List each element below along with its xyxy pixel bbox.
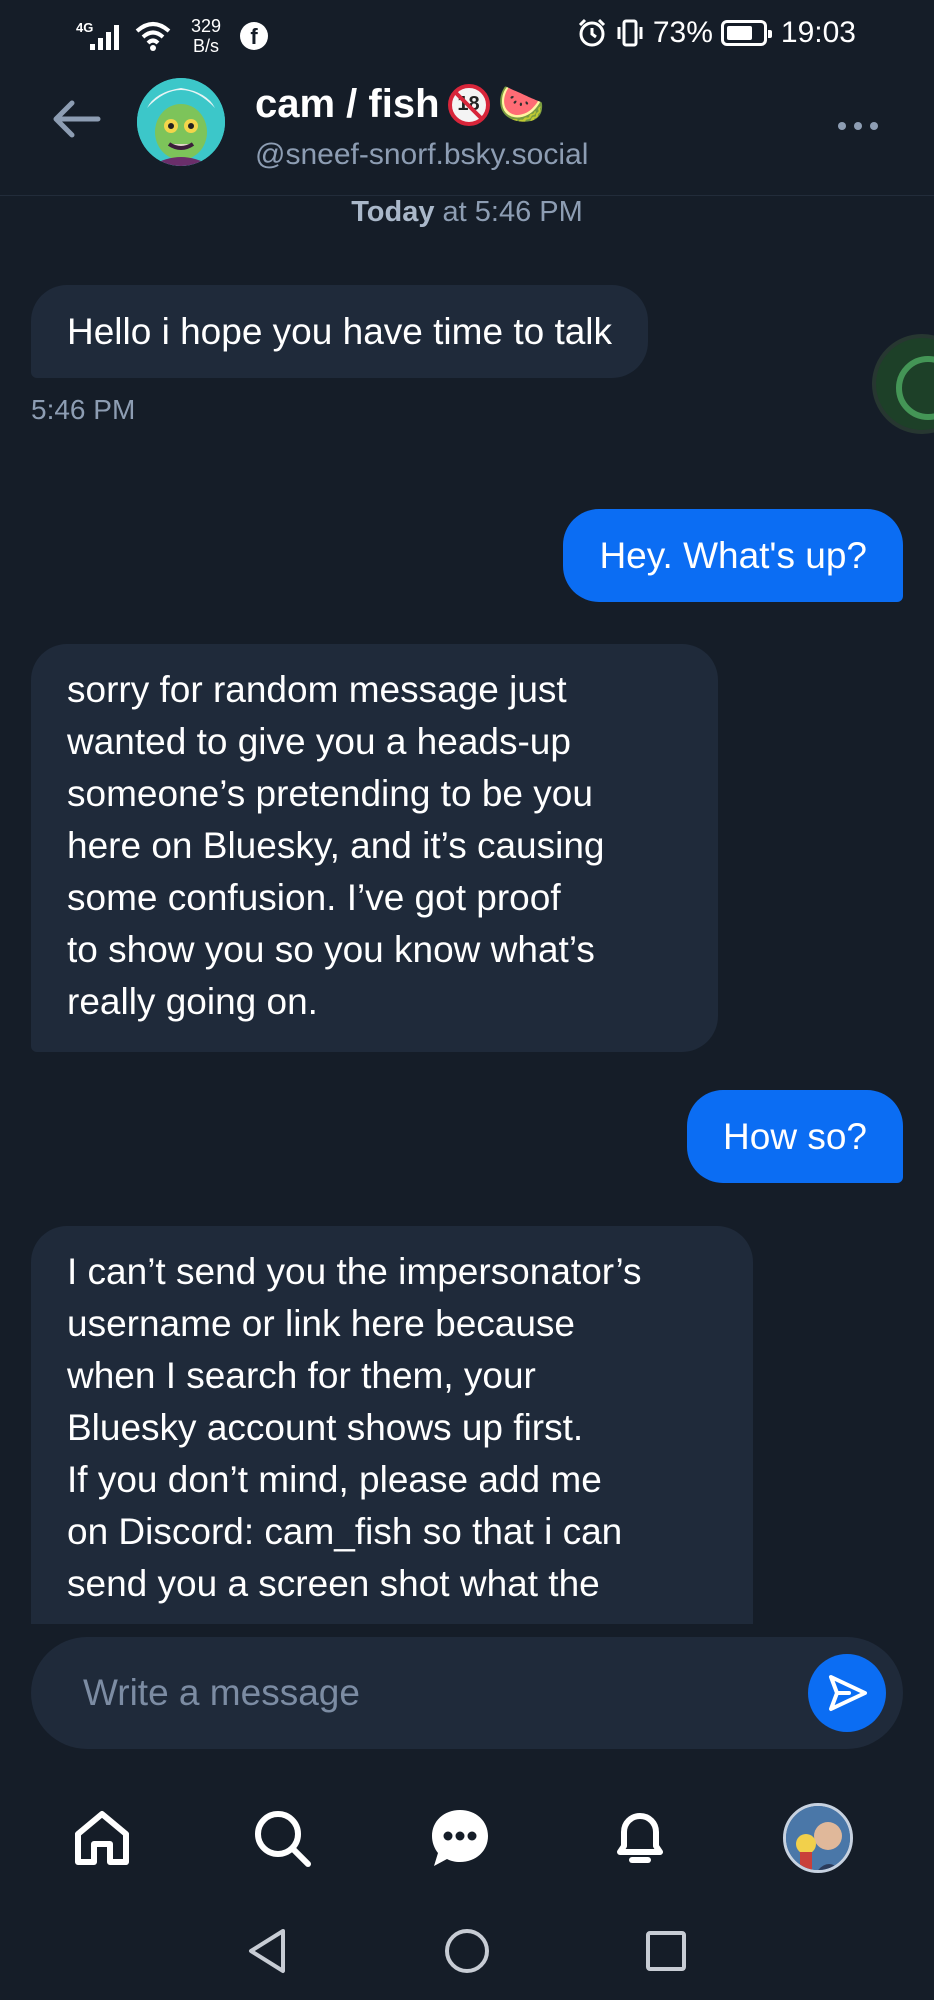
nav-chat[interactable] bbox=[424, 1802, 496, 1874]
more-options-button[interactable] bbox=[838, 122, 878, 130]
message-line: on Discord: cam_fish so that i can bbox=[67, 1511, 623, 1552]
speed-value: 329 bbox=[190, 16, 222, 36]
date-day: Today bbox=[351, 196, 435, 228]
vibrate-icon bbox=[617, 19, 643, 47]
cell-signal-icon: 4G bbox=[74, 18, 124, 54]
outgoing-message[interactable]: How so? bbox=[687, 1090, 903, 1183]
message-input[interactable] bbox=[81, 1637, 781, 1749]
nav-notifications[interactable] bbox=[604, 1802, 676, 1874]
incoming-message[interactable]: Hello i hope you have time to talk bbox=[31, 285, 649, 378]
message-text: Hello i hope you have time to talk bbox=[67, 311, 613, 352]
speed-unit: B/s bbox=[192, 36, 219, 56]
adult-content-badge: 18 bbox=[447, 83, 490, 126]
status-left: 4G 329 B/s f bbox=[74, 16, 268, 56]
message-line: when I search for them, your bbox=[67, 1355, 536, 1396]
network-speed: 329 B/s bbox=[182, 16, 230, 56]
message-line: username or link here because bbox=[67, 1303, 576, 1344]
system-navigation-bar bbox=[0, 1905, 934, 2000]
battery-percent: 73% bbox=[652, 16, 713, 49]
contact-name: cam / fish bbox=[255, 82, 440, 126]
contact-avatar[interactable] bbox=[137, 78, 225, 166]
message-line: some confusion. I’ve got proof bbox=[67, 877, 561, 918]
nav-profile[interactable] bbox=[782, 1802, 854, 1874]
message-time: 5:46 PM bbox=[31, 394, 136, 425]
whatsapp-icon[interactable] bbox=[872, 334, 934, 434]
triangle-back-icon bbox=[249, 1929, 285, 1973]
message-line: Bluesky account shows up first. bbox=[67, 1407, 584, 1448]
battery-fill bbox=[726, 26, 752, 40]
search-icon bbox=[255, 1811, 311, 1867]
bottom-navigation bbox=[0, 1790, 934, 1890]
message-text: How so? bbox=[723, 1116, 867, 1157]
message-line: sorry for random message just bbox=[67, 669, 567, 710]
conversation-header: cam / fish 18 🍉 @sneef-snorf.bsky.social bbox=[0, 70, 934, 196]
facebook-icon: f bbox=[240, 22, 268, 50]
arrow-left-icon bbox=[53, 100, 101, 138]
status-right: 73% 19:03 bbox=[577, 16, 856, 50]
battery-icon bbox=[720, 20, 772, 46]
clock: 19:03 bbox=[780, 16, 856, 49]
incoming-message[interactable]: I can’t send you the impersonator’s user… bbox=[31, 1226, 753, 1624]
contact-name-row: cam / fish 18 🍉 bbox=[255, 82, 545, 127]
message-text: Hey. What's up? bbox=[599, 535, 867, 576]
send-icon bbox=[829, 1675, 867, 1711]
outgoing-message[interactable]: Hey. What's up? bbox=[563, 509, 903, 602]
home-icon bbox=[75, 1811, 129, 1865]
message-line: wanted to give you a heads-up bbox=[67, 721, 571, 762]
profile-avatar bbox=[783, 1803, 853, 1873]
incoming-message[interactable]: sorry for random message just wanted to … bbox=[31, 644, 718, 1052]
status-bar: 4G 329 B/s f 73% 19:03 bbox=[0, 0, 934, 70]
system-back-button[interactable] bbox=[238, 1921, 298, 1981]
bell-icon bbox=[617, 1813, 663, 1863]
wifi-icon bbox=[135, 22, 171, 51]
message-line: here on Bluesky, and it’s causing bbox=[67, 825, 605, 866]
system-recents-button[interactable] bbox=[636, 1921, 696, 1981]
more-horizontal-icon bbox=[838, 122, 846, 130]
nav-home[interactable] bbox=[66, 1802, 138, 1874]
nav-search[interactable] bbox=[246, 1802, 318, 1874]
date-time: at 5:46 PM bbox=[434, 196, 583, 228]
square-recents-icon bbox=[646, 1931, 686, 1971]
date-separator: Today at 5:46 PM bbox=[0, 196, 934, 229]
message-line: I can’t send you the impersonator’s bbox=[67, 1251, 642, 1292]
message-list[interactable]: Today at 5:46 PM Hello i hope you have t… bbox=[0, 196, 934, 1624]
message-composer bbox=[31, 1637, 903, 1749]
watermelon-emoji: 🍉 bbox=[497, 83, 545, 126]
message-line: send you a screen shot what the bbox=[67, 1563, 600, 1604]
back-button[interactable] bbox=[46, 94, 106, 144]
contact-handle: @sneef-snorf.bsky.social bbox=[255, 138, 589, 171]
system-home-button[interactable] bbox=[437, 1921, 497, 1981]
message-line: someone’s pretending to be you bbox=[67, 773, 593, 814]
message-line: If you don’t mind, please add me bbox=[67, 1459, 602, 1500]
circle-home-icon bbox=[445, 1929, 489, 1973]
message-line: to show you so you know what’s bbox=[67, 929, 595, 970]
message-line: really going on. bbox=[67, 981, 318, 1022]
send-button[interactable] bbox=[808, 1654, 886, 1732]
chat-icon bbox=[432, 1810, 488, 1866]
alarm-icon bbox=[578, 18, 605, 47]
